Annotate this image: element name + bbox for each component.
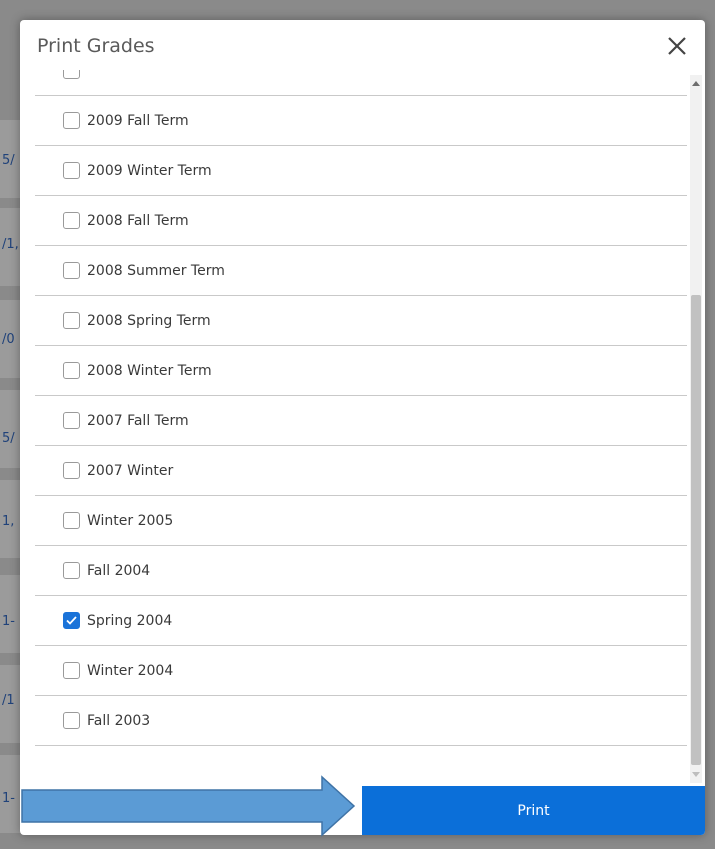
term-list-content: 2009 Fall Term 2009 Winter Term 2008 Fall …: [35, 70, 687, 746]
checkbox[interactable]: [63, 412, 80, 429]
checkbox[interactable]: [63, 212, 80, 229]
checkbox[interactable]: [63, 112, 80, 129]
checkbox[interactable]: [63, 362, 80, 379]
background-fragment: /0: [2, 332, 15, 347]
term-label: Winter 2005: [87, 512, 174, 529]
term-label: 2008 Summer Term: [87, 262, 225, 279]
background-fragment: 5/: [2, 431, 15, 446]
term-label: 2009 Winter Term: [87, 162, 212, 179]
term-list[interactable]: 2009 Fall Term 2009 Winter Term 2008 Fall …: [35, 70, 687, 785]
term-label: 2007 Fall Term: [87, 412, 189, 429]
checkmark-icon: [66, 616, 77, 625]
background-fragment: /1,: [2, 237, 19, 252]
term-row[interactable]: 2008 Spring Term: [35, 296, 687, 346]
term-row[interactable]: 2009 Winter Term: [35, 146, 687, 196]
term-label: Fall 2004: [87, 562, 151, 579]
scroll-down-arrow-icon[interactable]: [692, 772, 700, 777]
term-row[interactable]: Winter 2004: [35, 646, 687, 696]
checkbox[interactable]: [63, 512, 80, 529]
checkbox[interactable]: [63, 462, 80, 479]
close-icon: [668, 37, 686, 55]
checkbox[interactable]: [63, 162, 80, 179]
checkbox-checked[interactable]: [63, 612, 80, 629]
term-label: 2009 Fall Term: [87, 112, 189, 129]
term-row[interactable]: Winter 2005: [35, 496, 687, 546]
background-fragment: 5/: [2, 153, 15, 168]
term-row[interactable]: 2008 Summer Term: [35, 246, 687, 296]
print-button[interactable]: Print: [362, 786, 705, 835]
scrollbar[interactable]: [690, 75, 702, 783]
term-row[interactable]: 2008 Winter Term: [35, 346, 687, 396]
scrollbar-thumb[interactable]: [691, 295, 701, 765]
term-row[interactable]: 2008 Fall Term: [35, 196, 687, 246]
checkbox[interactable]: [63, 262, 80, 279]
background-fragment: 1-: [2, 791, 15, 806]
background-fragment: 1-: [2, 614, 15, 629]
term-row[interactable]: Spring 2004: [35, 596, 687, 646]
term-label: Winter 2004: [87, 662, 174, 679]
checkbox[interactable]: [63, 312, 80, 329]
term-label: 2008 Winter Term: [87, 362, 212, 379]
scroll-up-arrow-icon[interactable]: [692, 81, 700, 86]
background-fragment: /1: [2, 693, 15, 708]
checkbox[interactable]: [63, 712, 80, 729]
term-row[interactable]: 2007 Winter: [35, 446, 687, 496]
term-row[interactable]: 2007 Fall Term: [35, 396, 687, 446]
checkbox[interactable]: [63, 562, 80, 579]
checkbox[interactable]: [63, 70, 80, 79]
background-row: [0, 390, 20, 468]
term-label: 2008 Spring Term: [87, 312, 211, 329]
close-button[interactable]: [663, 32, 691, 60]
term-label: Fall 2003: [87, 712, 151, 729]
background-fragment: 1,: [2, 514, 15, 529]
print-grades-dialog: Print Grades 2009 Fall Term 2009 Winter T…: [20, 20, 705, 835]
checkbox[interactable]: [63, 662, 80, 679]
term-row[interactable]: 2009 Fall Term: [35, 96, 687, 146]
term-label: Spring 2004: [87, 612, 173, 629]
dialog-title: Print Grades: [37, 35, 155, 57]
term-label: 2007 Winter: [87, 462, 174, 479]
term-row[interactable]: Fall 2003: [35, 696, 687, 746]
term-label: 2008 Fall Term: [87, 212, 189, 229]
term-row[interactable]: Fall 2004: [35, 546, 687, 596]
term-row[interactable]: [35, 70, 687, 96]
